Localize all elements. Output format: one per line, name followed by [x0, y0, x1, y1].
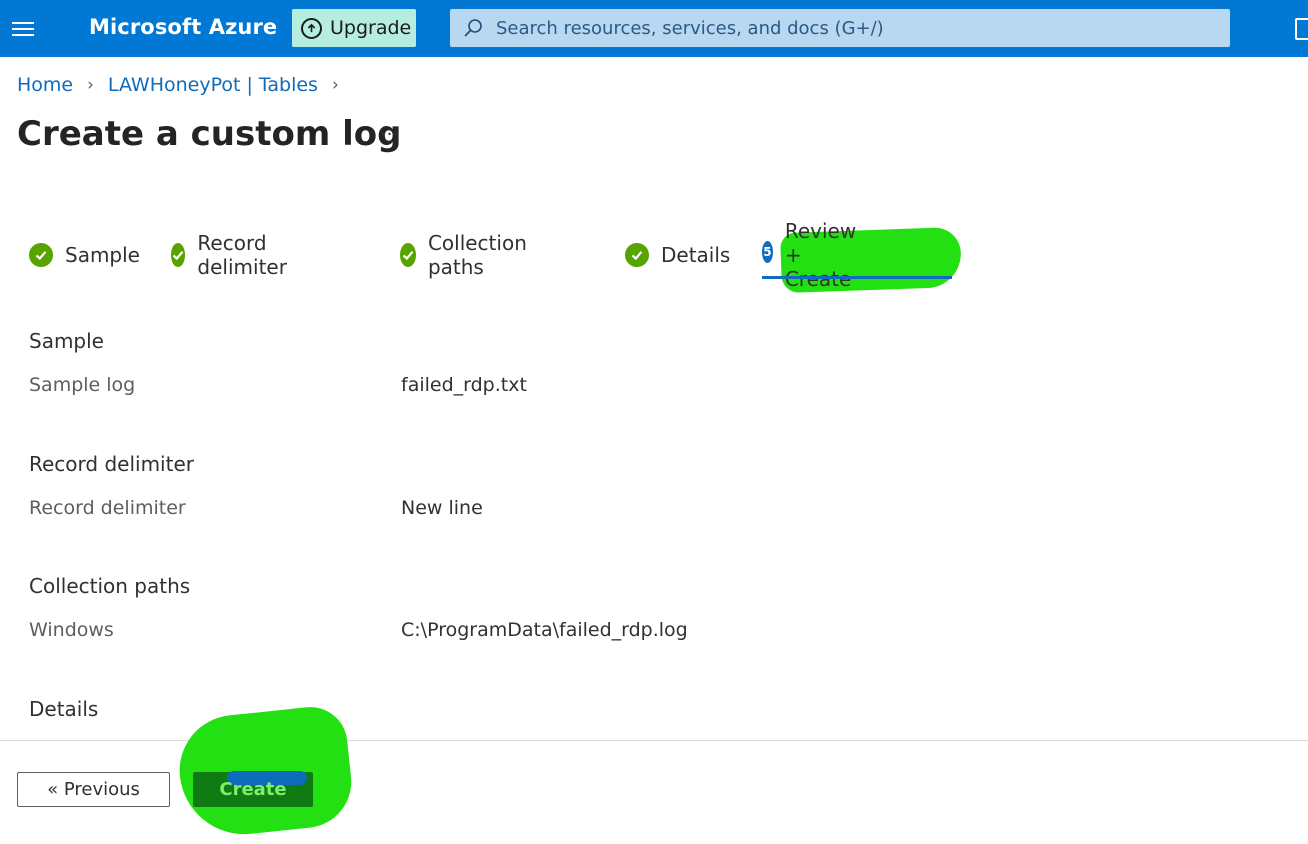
- checkmark-icon: [625, 243, 649, 267]
- active-tab-indicator: [762, 276, 952, 279]
- tab-details[interactable]: Details: [625, 240, 730, 270]
- tab-sample[interactable]: Sample: [29, 240, 140, 270]
- menu-icon[interactable]: [0, 0, 46, 57]
- step-number-badge: 5: [762, 241, 773, 263]
- chevron-right-icon: ›: [87, 75, 94, 95]
- section-heading-sample: Sample: [29, 329, 104, 353]
- tab-label: Record delimiter: [197, 231, 287, 279]
- section-heading-details: Details: [29, 697, 99, 721]
- record-delimiter-value: New line: [401, 497, 483, 519]
- tab-label: Review + Create: [784, 219, 857, 291]
- create-button[interactable]: Create: [193, 771, 313, 807]
- sample-log-value: failed_rdp.txt: [401, 374, 527, 396]
- section-heading-collection-paths: Collection paths: [29, 574, 191, 598]
- breadcrumb-tables[interactable]: LAWHoneyPot | Tables: [108, 74, 318, 96]
- tab-collection-paths[interactable]: Collection paths: [400, 231, 535, 279]
- checkmark-icon: [29, 243, 53, 267]
- brand-title[interactable]: Microsoft Azure: [89, 15, 277, 39]
- tab-label: Details: [661, 243, 731, 267]
- create-label: Create: [219, 779, 287, 800]
- tab-label: Sample: [65, 243, 140, 267]
- search-input[interactable]: Search resources, services, and docs (G+…: [450, 9, 1230, 47]
- upgrade-label: Upgrade: [330, 17, 412, 39]
- top-bar: Microsoft Azure Upgrade Search resources…: [0, 0, 1308, 57]
- breadcrumb: Home › LAWHoneyPot | Tables ›: [17, 74, 353, 96]
- section-heading-record-delimiter: Record delimiter: [29, 452, 194, 476]
- more-options-button[interactable]: ···: [380, 124, 400, 145]
- checkmark-icon: [171, 243, 186, 267]
- arrow-up-icon: [301, 17, 322, 39]
- sample-log-label: Sample log: [29, 374, 136, 396]
- breadcrumb-home[interactable]: Home: [17, 74, 73, 96]
- windows-path-value: C:\ProgramData\failed_rdp.log: [401, 619, 688, 641]
- record-delimiter-label: Record delimiter: [29, 497, 186, 519]
- chevron-right-icon: ›: [331, 75, 339, 95]
- windows-path-label: Windows: [29, 619, 114, 641]
- checkmark-icon: [400, 243, 416, 267]
- previous-button[interactable]: « Previous: [17, 772, 170, 807]
- tab-record-delimiter[interactable]: Record delimiter: [171, 231, 297, 279]
- tab-review-create[interactable]: 5 Review + Create: [762, 219, 867, 291]
- cloud-shell-icon[interactable]: [1295, 18, 1308, 40]
- search-placeholder: Search resources, services, and docs (G+…: [496, 17, 884, 39]
- search-icon: [464, 19, 482, 37]
- upgrade-button[interactable]: Upgrade: [292, 9, 416, 47]
- tab-label: Collection paths: [427, 231, 527, 279]
- page-title: Create a custom log: [17, 114, 402, 154]
